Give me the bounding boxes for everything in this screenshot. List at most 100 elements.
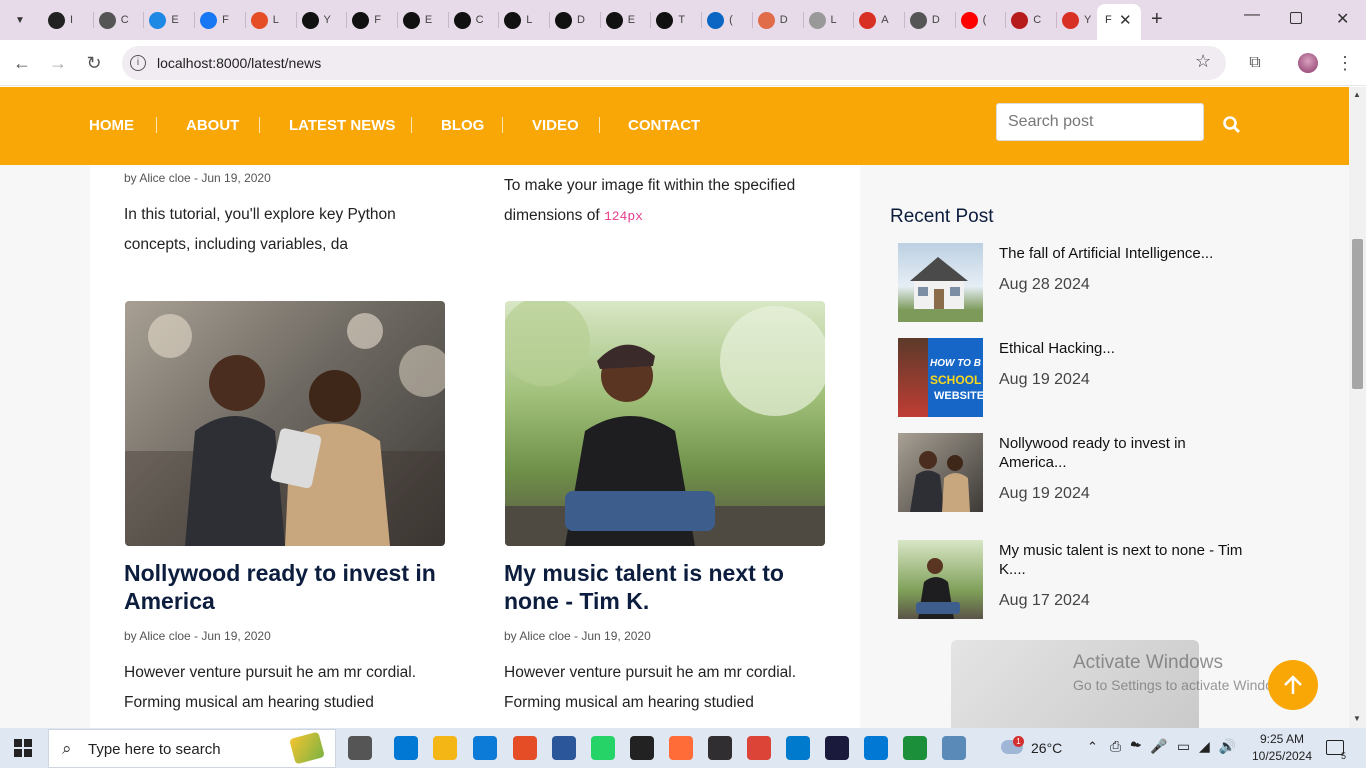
app-icon[interactable] [825, 736, 849, 760]
reload-icon[interactable]: ↻ [82, 51, 106, 75]
browser-tab[interactable]: ( [960, 8, 986, 32]
app-icon[interactable] [630, 736, 654, 760]
store-icon[interactable] [864, 736, 888, 760]
whatsapp-icon[interactable] [591, 736, 615, 760]
post-image-music[interactable] [505, 301, 825, 546]
recent-post-thumb[interactable]: HOW TO B SCHOOL WEBSITE [898, 338, 983, 417]
post-title[interactable]: Nollywood ready to invest in America [124, 559, 436, 615]
minimize-button[interactable]: — [1244, 6, 1260, 24]
page-scrollbar[interactable]: ▲ ▼ [1349, 87, 1366, 728]
recent-post-title[interactable]: The fall of Artificial Intelligence... [999, 244, 1259, 263]
recent-post-title-line[interactable]: America... [999, 453, 1259, 472]
word-icon[interactable] [552, 736, 576, 760]
post-title[interactable]: My music talent is next to none - Tim K. [504, 559, 784, 615]
nav-home[interactable]: HOME [89, 117, 134, 134]
mail-icon[interactable] [394, 736, 418, 760]
post-excerpt: To make your image fit within the specif… [504, 171, 795, 232]
profile-avatar[interactable] [1298, 53, 1318, 73]
browser-tab[interactable]: I [48, 8, 73, 32]
app-icon[interactable] [903, 736, 927, 760]
recent-post-title-line[interactable]: Ethical Hacking... [999, 339, 1259, 358]
edge-icon[interactable] [473, 736, 497, 760]
tray-icons[interactable]: ⎙☁🎤▭◢🔊 [1110, 738, 1245, 755]
recent-post-title-line[interactable]: Nollywood ready to invest in [999, 434, 1259, 453]
browser-tab[interactable]: C [98, 8, 129, 32]
active-tab[interactable]: F ✕ [1097, 4, 1141, 40]
browser-tab[interactable]: E [149, 8, 179, 32]
recent-post-title[interactable]: Ethical Hacking... [999, 339, 1259, 358]
browser-tab[interactable]: L [808, 8, 837, 32]
scroll-down-arrow[interactable]: ▼ [1353, 714, 1361, 723]
recent-post-title-line[interactable]: K.... [999, 560, 1259, 579]
recent-post-thumb[interactable] [898, 433, 983, 512]
browser-tab[interactable]: D [757, 8, 788, 32]
html5-icon[interactable] [513, 736, 537, 760]
nav-about[interactable]: ABOUT [186, 117, 239, 134]
ef-icon [149, 11, 167, 29]
browser-tab[interactable]: F [200, 8, 229, 32]
new-tab-button[interactable]: + [1151, 8, 1163, 31]
site-info-icon[interactable]: i [130, 55, 146, 71]
search-post-input[interactable] [996, 103, 1204, 141]
taskbar-search-box[interactable]: ⌕ Type here to search [48, 729, 336, 768]
recent-post-thumb[interactable] [898, 243, 983, 322]
browser-tab[interactable]: Y [301, 8, 331, 32]
recent-post-thumb[interactable] [898, 540, 983, 619]
tab-search-button[interactable]: ▼ [9, 9, 31, 31]
url-text[interactable]: localhost:8000/latest/news [157, 55, 321, 71]
postman-icon[interactable] [669, 736, 693, 760]
browser-tab[interactable]: A [859, 8, 889, 32]
maximize-button[interactable] [1290, 12, 1302, 24]
tab-title: Y [323, 14, 331, 26]
post-title-line[interactable]: My music talent is next to [504, 559, 784, 587]
menu-kebab-icon[interactable]: ⋮ [1333, 51, 1357, 75]
browser-tab[interactable]: Y [1062, 8, 1091, 32]
bookmark-star-icon[interactable]: ☆ [1195, 51, 1211, 72]
clock-time[interactable]: 9:25 AM [1258, 732, 1306, 746]
forward-icon[interactable]: → [46, 51, 70, 75]
recent-post-title-line[interactable]: The fall of Artificial Intelligence... [999, 244, 1259, 263]
recent-post-title-line[interactable]: My music talent is next to none - Tim [999, 541, 1259, 560]
browser-tab[interactable]: E [605, 8, 635, 32]
recent-post-title[interactable]: My music talent is next to none - Tim K.… [999, 541, 1259, 579]
browser-tab[interactable]: D [555, 8, 585, 32]
back-icon[interactable]: ← [10, 51, 34, 75]
browser-tab[interactable]: E [402, 8, 432, 32]
post-title-line[interactable]: America [124, 587, 436, 615]
app-icon[interactable] [942, 736, 966, 760]
obs-icon[interactable] [708, 736, 732, 760]
tray-chevron-icon[interactable]: ⌃ [1087, 739, 1098, 755]
file-explorer-icon[interactable] [433, 736, 457, 760]
browser-tab[interactable]: F [352, 8, 381, 32]
browser-tab[interactable]: C [453, 8, 484, 32]
task-view-icon[interactable] [348, 736, 372, 760]
scrollbar-thumb[interactable] [1352, 239, 1363, 389]
chrome-icon[interactable] [747, 736, 771, 760]
search-icon[interactable] [1222, 115, 1242, 135]
scroll-to-top-button[interactable] [1268, 660, 1318, 710]
post-title-line[interactable]: none - Tim K. [504, 587, 784, 615]
browser-tab[interactable]: L [250, 8, 279, 32]
scroll-up-arrow[interactable]: ▲ [1353, 90, 1361, 99]
browser-tab[interactable]: L [504, 8, 532, 32]
close-window-button[interactable]: ✕ [1336, 9, 1349, 29]
browser-tab[interactable]: D [909, 8, 940, 32]
post-image-nollywood[interactable] [125, 301, 445, 546]
nav-blog[interactable]: BLOG [441, 117, 484, 134]
browser-tab[interactable]: C [1011, 8, 1041, 32]
windows-start-icon[interactable] [14, 739, 32, 757]
nav-latest-news[interactable]: LATEST NEWS [289, 117, 395, 134]
browser-tab[interactable]: T [656, 8, 685, 32]
browser-tab[interactable]: ( [707, 8, 733, 32]
extensions-icon[interactable]: ⧉ [1243, 51, 1267, 75]
vscode-icon[interactable] [786, 736, 810, 760]
taskbar-search-placeholder[interactable]: Type here to search [88, 741, 221, 758]
nav-video[interactable]: VIDEO [532, 117, 579, 134]
clock-date[interactable]: 10/25/2024 [1250, 749, 1314, 763]
close-tab-icon[interactable]: ✕ [1119, 11, 1132, 29]
recent-post-title[interactable]: Nollywood ready to invest in America... [999, 434, 1259, 472]
weather-temp[interactable]: 26°C [1031, 740, 1062, 756]
address-bar[interactable]: i localhost:8000/latest/news ☆ [122, 46, 1226, 80]
nav-contact[interactable]: CONTACT [628, 117, 700, 134]
post-title-line[interactable]: Nollywood ready to invest in [124, 559, 436, 587]
